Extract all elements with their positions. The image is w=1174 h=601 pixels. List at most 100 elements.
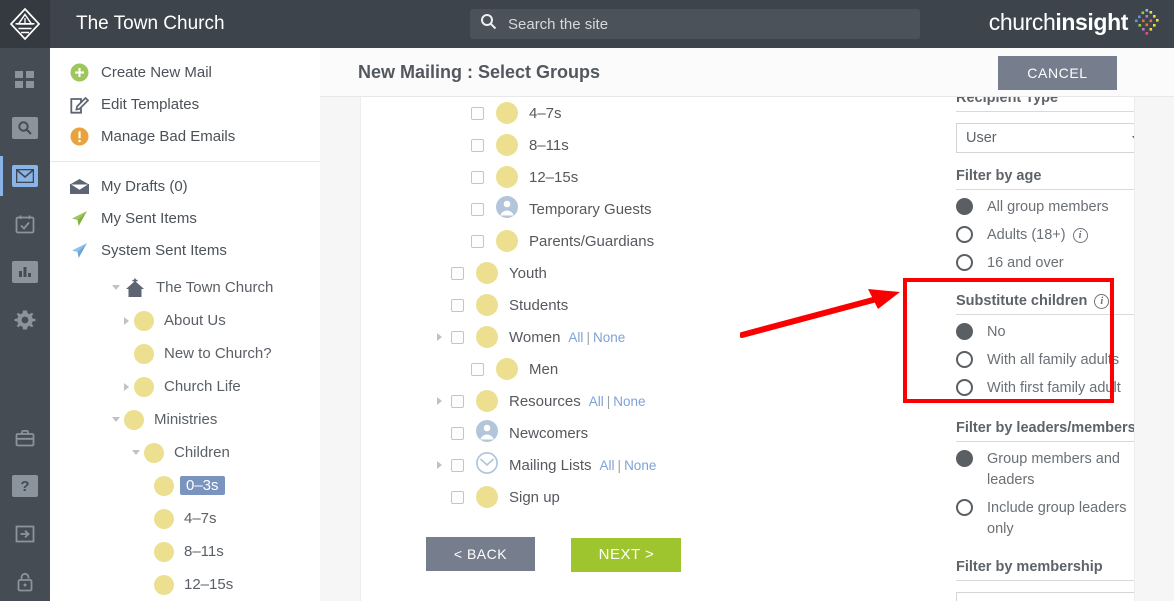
yellow-dot-icon bbox=[124, 409, 144, 430]
tree-item-children[interactable]: Children bbox=[50, 436, 320, 469]
nav-item-my-sent-items[interactable]: My Sent Items bbox=[50, 202, 320, 234]
rail-item-help[interactable]: ? bbox=[0, 470, 50, 502]
church-spire-logo-icon[interactable] bbox=[0, 0, 50, 48]
group-row[interactable]: Sign up bbox=[361, 481, 921, 513]
chevron-right-icon[interactable] bbox=[118, 316, 134, 325]
select-all-link[interactable]: All bbox=[589, 394, 604, 409]
info-icon[interactable]: i bbox=[1072, 228, 1088, 243]
group-checkbox[interactable] bbox=[471, 138, 484, 152]
chevron-right-icon[interactable] bbox=[437, 333, 451, 341]
select-none-link[interactable]: None bbox=[593, 330, 625, 345]
tree-item-church-life[interactable]: Church Life bbox=[50, 370, 320, 403]
radio-group-members-and-leaders[interactable]: Group members and leaders bbox=[956, 449, 1134, 491]
group-row[interactable]: Mailing Lists All | None bbox=[361, 449, 921, 481]
group-checkbox[interactable] bbox=[451, 394, 464, 408]
group-checkbox[interactable] bbox=[451, 266, 464, 280]
recipient-type-select[interactable]: User bbox=[956, 123, 1134, 153]
chevron-right-icon[interactable] bbox=[437, 461, 451, 469]
open-envelope-icon bbox=[68, 175, 90, 197]
group-checkbox[interactable] bbox=[451, 330, 464, 344]
radio-button[interactable] bbox=[956, 351, 973, 368]
rail-item-security[interactable] bbox=[0, 566, 50, 598]
group-row[interactable]: 4–7s bbox=[361, 97, 921, 129]
site-title: The Town Church bbox=[76, 13, 225, 34]
mail-folders-group: My Drafts (0) My Sent Items System Sent … bbox=[50, 162, 320, 601]
group-checkbox[interactable] bbox=[451, 298, 464, 312]
radio-button[interactable] bbox=[956, 499, 973, 516]
select-all-link[interactable]: All bbox=[568, 330, 583, 345]
group-checkbox[interactable] bbox=[471, 202, 484, 216]
chevron-right-icon[interactable] bbox=[437, 397, 451, 405]
chevron-down-icon[interactable] bbox=[128, 450, 144, 455]
group-row[interactable]: Parents/Guardians bbox=[361, 225, 921, 257]
group-checkbox[interactable] bbox=[471, 234, 484, 248]
group-row[interactable]: Newcomers bbox=[361, 417, 921, 449]
group-checkbox[interactable] bbox=[471, 170, 484, 184]
radio-substitute-first-family-adult[interactable]: With first family adult bbox=[956, 378, 1134, 399]
radio-button[interactable] bbox=[956, 254, 973, 271]
radio-button[interactable] bbox=[956, 198, 973, 215]
group-row[interactable]: Temporary Guests bbox=[361, 193, 921, 225]
tree-item-about-us[interactable]: About Us bbox=[50, 304, 320, 337]
filter-by-membership: Filter by membership bbox=[956, 559, 1134, 601]
search-input[interactable] bbox=[508, 15, 888, 33]
next-button[interactable]: NEXT > bbox=[571, 537, 682, 572]
top-bar: The Town Church churchinsight bbox=[0, 0, 1174, 48]
nav-item-system-sent-items[interactable]: System Sent Items bbox=[50, 234, 320, 266]
select-none-link[interactable]: None bbox=[624, 458, 656, 473]
radio-substitute-all-family-adults[interactable]: With all family adults bbox=[956, 350, 1134, 371]
tree-item-8-11s[interactable]: 8–11s bbox=[50, 535, 320, 568]
dashboard-grid-icon bbox=[12, 69, 38, 91]
radio-button[interactable] bbox=[956, 226, 973, 243]
group-checkbox[interactable] bbox=[451, 426, 464, 440]
select-none-link[interactable]: None bbox=[613, 394, 645, 409]
cancel-button[interactable]: CANCEL bbox=[998, 56, 1117, 90]
info-icon[interactable]: i bbox=[1094, 293, 1110, 309]
tree-item-new-to-church[interactable]: New to Church? bbox=[50, 337, 320, 370]
envelope-circle-icon bbox=[476, 451, 498, 479]
tree-item-4-7s[interactable]: 4–7s bbox=[50, 502, 320, 535]
tree-item-12-15s[interactable]: 12–15s bbox=[50, 568, 320, 601]
nav-item-my-drafts[interactable]: My Drafts (0) bbox=[50, 170, 320, 202]
back-button[interactable]: < BACK bbox=[426, 537, 535, 571]
group-row[interactable]: 12–15s bbox=[361, 161, 921, 193]
radio-substitute-no[interactable]: No bbox=[956, 322, 1134, 343]
group-row[interactable]: Women All | None bbox=[361, 321, 921, 353]
tree-item-0-3s[interactable]: 0–3s bbox=[50, 469, 320, 502]
nav-item-create-new-mail[interactable]: Create New Mail bbox=[50, 56, 320, 88]
rail-item-calendar[interactable] bbox=[0, 208, 50, 240]
rail-item-dashboard[interactable] bbox=[0, 64, 50, 96]
group-checkbox[interactable] bbox=[451, 458, 464, 472]
radio-include-group-leaders-only[interactable]: Include group leaders only bbox=[956, 498, 1134, 540]
radio-button[interactable] bbox=[956, 379, 973, 396]
tree-item-the-town-church[interactable]: The Town Church bbox=[50, 271, 320, 304]
rail-item-briefcase[interactable] bbox=[0, 422, 50, 454]
nav-item-edit-templates[interactable]: Edit Templates bbox=[50, 88, 320, 120]
chevron-right-icon[interactable] bbox=[118, 382, 134, 391]
nav-item-manage-bad-emails[interactable]: Manage Bad Emails bbox=[50, 120, 320, 152]
tree-item-ministries[interactable]: Ministries bbox=[50, 403, 320, 436]
chevron-down-icon[interactable] bbox=[108, 285, 124, 290]
radio-all-group-members[interactable]: All group members bbox=[956, 197, 1134, 218]
radio-16-and-over[interactable]: 16 and over bbox=[956, 253, 1134, 274]
rail-item-logout[interactable] bbox=[0, 518, 50, 550]
group-checkbox[interactable] bbox=[471, 106, 484, 120]
radio-adults-18-plus[interactable]: Adults (18+) i bbox=[956, 225, 1134, 246]
radio-button[interactable] bbox=[956, 450, 973, 467]
group-row[interactable]: 8–11s bbox=[361, 129, 921, 161]
rail-item-mail[interactable] bbox=[0, 156, 50, 196]
select-all-link[interactable]: All bbox=[600, 458, 615, 473]
group-row[interactable]: Students bbox=[361, 289, 921, 321]
rail-item-reports[interactable] bbox=[0, 256, 50, 288]
group-checkbox[interactable] bbox=[451, 490, 464, 504]
site-search[interactable] bbox=[470, 9, 920, 39]
radio-button[interactable] bbox=[956, 323, 973, 340]
rail-item-settings[interactable] bbox=[0, 304, 50, 336]
rail-item-search[interactable] bbox=[0, 112, 50, 144]
group-row[interactable]: Youth bbox=[361, 257, 921, 289]
group-row[interactable]: Resources All | None bbox=[361, 385, 921, 417]
membership-select[interactable] bbox=[956, 592, 1134, 601]
group-checkbox[interactable] bbox=[471, 362, 484, 376]
group-row[interactable]: Men bbox=[361, 353, 921, 385]
chevron-down-icon[interactable] bbox=[108, 417, 124, 422]
